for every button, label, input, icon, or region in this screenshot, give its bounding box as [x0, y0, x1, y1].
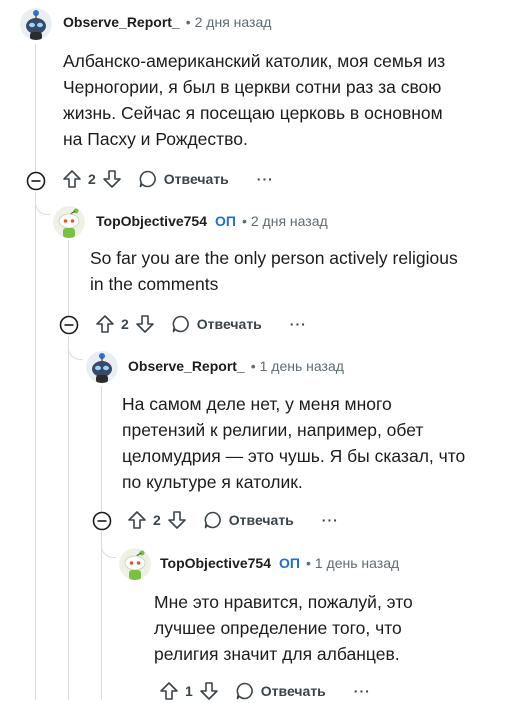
upvote-arrow-icon[interactable] [62, 169, 82, 189]
comment-actions: 2 Отвечать ··· [95, 312, 307, 336]
reply-label: Отвечать [163, 171, 229, 187]
thread-connector-3 [68, 345, 83, 360]
author-name[interactable]: Observe_Report_ [128, 358, 245, 374]
thread-line-1 [35, 44, 36, 172]
separator-dot: • [241, 213, 247, 229]
green-snoo-avatar-icon [119, 548, 151, 580]
comment-line: in the comments [90, 274, 219, 294]
upvote-arrow-icon[interactable] [127, 510, 147, 530]
thread-line-1b [35, 192, 36, 700]
minus-circle-icon[interactable] [92, 511, 112, 531]
comment-line: по культуре я католик. [122, 472, 303, 492]
author-name[interactable]: Observe_Report_ [63, 14, 180, 30]
op-badge: ОП [279, 555, 300, 571]
comment-line: Мне это нравится, пожалуй, это [154, 592, 413, 612]
downvote-arrow-icon[interactable] [135, 314, 155, 334]
green-snoo-avatar-icon [53, 206, 85, 238]
author-name[interactable]: TopObjective754 [96, 213, 207, 229]
reply-button[interactable]: Отвечать [203, 510, 294, 530]
comment-line: религия значит для албанцев. [154, 644, 400, 664]
upvote-arrow-icon[interactable] [159, 681, 179, 701]
upvote-arrow-icon[interactable] [95, 314, 115, 334]
comment-body: Албанско-американский католик, моя семья… [63, 48, 445, 152]
comment-header: Observe_Report_ • 1 день назад [128, 358, 344, 374]
downvote-arrow-icon[interactable] [102, 169, 122, 189]
minus-circle-icon[interactable] [59, 315, 79, 335]
avatar[interactable] [20, 8, 52, 40]
downvote-arrow-icon[interactable] [167, 510, 187, 530]
avatar[interactable] [86, 351, 118, 383]
author-name[interactable]: TopObjective754 [160, 555, 271, 571]
reply-button[interactable]: Отвечать [138, 169, 229, 189]
speech-bubble-icon [204, 511, 221, 529]
ellipsis-icon[interactable]: ··· [290, 316, 307, 332]
comment-line: лучшее определение того, что [154, 618, 402, 638]
comment-line: жизнь. Сейчас я посещаю церковь в основн… [63, 103, 443, 123]
avatar[interactable] [119, 548, 151, 580]
thread-line-3b [101, 532, 102, 700]
reply-button[interactable]: Отвечать [235, 681, 326, 701]
comment-body: На самом деле нет, у меня много претензи… [122, 391, 465, 495]
comment-header: TopObjective754 ОП • 1 день назад [160, 555, 399, 571]
comment-line: На самом деле нет, у меня много [122, 394, 392, 414]
thread-line-2b [68, 336, 69, 700]
thread-line-3 [101, 386, 102, 512]
separator-dot: • [185, 14, 191, 30]
op-badge: ОП [215, 213, 236, 229]
speech-bubble-icon [236, 682, 253, 700]
comment-header: TopObjective754 ОП • 2 дня назад [96, 213, 328, 229]
vote-count: 2 [121, 316, 129, 332]
vote-count: 2 [88, 171, 96, 187]
timestamp: 2 дня назад [194, 14, 272, 30]
thread-line-2 [68, 240, 69, 316]
ellipsis-icon[interactable]: ··· [322, 512, 339, 528]
comment-header: Observe_Report_ • 2 дня назад [63, 14, 271, 30]
timestamp: 1 день назад [259, 358, 344, 374]
comment-body: So far you are the only person actively … [90, 245, 458, 297]
reply-button[interactable]: Отвечать [171, 314, 262, 334]
downvote-arrow-icon[interactable] [199, 681, 219, 701]
reply-label: Отвечать [260, 683, 326, 699]
vote-count: 2 [153, 512, 161, 528]
ellipsis-icon[interactable]: ··· [354, 683, 371, 699]
separator-dot: • [250, 358, 256, 374]
vote-count: 1 [185, 683, 193, 699]
speech-bubble-icon [172, 315, 189, 333]
alien-snoo-avatar-icon [86, 351, 118, 383]
timestamp: 1 день назад [314, 555, 400, 571]
alien-snoo-avatar-icon [20, 8, 52, 40]
comment-actions: 2 Отвечать ··· [62, 167, 274, 191]
minus-circle-icon[interactable] [26, 171, 46, 191]
comment-actions: 2 Отвечать ··· [127, 508, 339, 532]
comment-line: целомудрия — это чушь. Я бы сказал, что [122, 446, 466, 466]
comment-line: претензий к религии, например, обет [122, 420, 424, 440]
separator-dot: • [305, 555, 311, 571]
comment-actions: 1 Отвечать ··· [159, 679, 371, 703]
thread-connector-4 [101, 543, 116, 558]
avatar[interactable] [53, 206, 85, 238]
comment-line: Албанско-американский католик, моя семья… [63, 51, 446, 71]
timestamp: 2 дня назад [250, 213, 328, 229]
ellipsis-icon[interactable]: ··· [257, 171, 274, 187]
comment-line: So far you are the only person actively … [90, 248, 458, 268]
comment-line: Черногории, я был в церкви сотни раз за … [63, 77, 442, 97]
comment-body: Мне это нравится, пожалуй, это лучшее оп… [154, 589, 413, 667]
reply-label: Отвечать [196, 316, 262, 332]
thread-connector-2 [35, 200, 50, 215]
speech-bubble-icon [139, 170, 156, 188]
reply-label: Отвечать [228, 512, 294, 528]
comment-line: на Пасху и Рождество. [63, 129, 248, 149]
